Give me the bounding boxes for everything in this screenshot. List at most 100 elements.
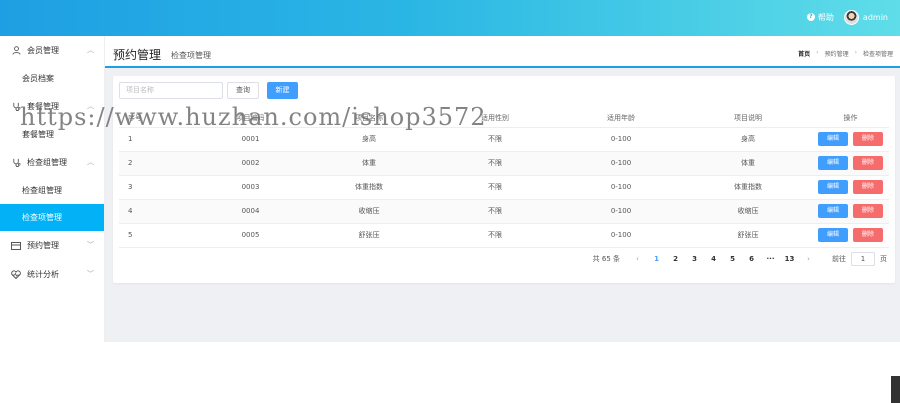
cell-index: 3 [119, 175, 195, 200]
cell-name: 体重指数 [306, 175, 432, 200]
delete-button[interactable]: 删除 [853, 204, 883, 218]
page-title: 预约管理 [113, 48, 162, 62]
next-page-icon[interactable]: › [799, 255, 818, 263]
cell-desc: 收缩压 [684, 199, 812, 224]
breadcrumb: 首页 › 预约管理 › 检查项管理 [792, 49, 893, 58]
cell-name: 收缩压 [306, 199, 432, 224]
cell-code: 0003 [195, 175, 306, 200]
breadcrumb-current: 检查项管理 [862, 51, 893, 58]
cell-sex: 不限 [432, 223, 558, 248]
more-pages-icon[interactable]: ··· [761, 255, 780, 263]
help-link[interactable]: 帮助 [818, 12, 834, 23]
page-subtitle: 检查项管理 [171, 51, 211, 60]
column-header[interactable]: 项目说明 [684, 109, 812, 128]
cell-code: 0002 [195, 151, 306, 176]
avatar[interactable] [843, 9, 859, 25]
side-tab[interactable] [891, 376, 900, 403]
cell-desc: 身高 [684, 127, 812, 152]
edit-button[interactable]: 编辑 [818, 228, 848, 242]
cell-code: 0005 [195, 223, 306, 248]
prev-page-icon[interactable]: ‹ [628, 255, 647, 263]
cell-desc: 体重指数 [684, 175, 812, 200]
query-button[interactable]: 查询 [227, 82, 259, 99]
heart-pulse-icon [11, 270, 21, 280]
cell-index: 2 [119, 151, 195, 176]
cell-actions: 编辑 删除 [812, 175, 889, 200]
cell-code: 0004 [195, 199, 306, 224]
cell-sex: 不限 [432, 151, 558, 176]
cell-name: 舒张压 [306, 223, 432, 248]
new-button[interactable]: 新建 [267, 82, 298, 99]
search-input[interactable]: 项目名称 [119, 82, 223, 99]
main-area: 预约管理 检查项管理 首页 › 预约管理 › 检查项管理 项目名称 查询 新建 … [105, 36, 900, 342]
cell-actions: 编辑 删除 [812, 127, 889, 152]
breadcrumb-separator-icon: › [854, 49, 857, 56]
chevron-down-icon: ﹀ [87, 241, 94, 249]
sidebar-group-member[interactable]: 会员管理 ︿ [0, 36, 104, 65]
stethoscope-icon [11, 158, 21, 168]
page-number[interactable]: 5 [723, 255, 742, 263]
cell-actions: 编辑 删除 [812, 199, 889, 224]
delete-button[interactable]: 删除 [853, 156, 883, 170]
table-row: 5 0005 舒张压 不限 0-100 舒张压 编辑 删除 [119, 223, 889, 248]
cell-desc: 体重 [684, 151, 812, 176]
sidebar-group-appointment[interactable]: 预约管理 ﹀ [0, 231, 104, 260]
edit-button[interactable]: 编辑 [818, 132, 848, 146]
page-number[interactable]: 3 [685, 255, 704, 263]
toolbar: 项目名称 查询 新建 [119, 82, 298, 99]
sidebar-group-label: 检查组管理 [27, 158, 67, 167]
table-row: 2 0002 体重 不限 0-100 体重 编辑 删除 [119, 151, 889, 176]
cell-age: 0-100 [558, 175, 684, 200]
page-number[interactable]: 4 [704, 255, 723, 263]
table-row: 3 0003 体重指数 不限 0-100 体重指数 编辑 删除 [119, 175, 889, 200]
page-number[interactable]: 2 [666, 255, 685, 263]
help-icon[interactable]: ? [806, 13, 815, 21]
delete-button[interactable]: 删除 [853, 132, 883, 146]
page-number[interactable]: 13 [780, 255, 799, 263]
sidebar-group-check-group[interactable]: 检查组管理 ︿ [0, 148, 104, 177]
page-number[interactable]: 6 [742, 255, 761, 263]
page-number[interactable]: 1 [647, 255, 666, 263]
pagination: 共 65 条 ‹ 1 2 3 4 5 6 ··· 13 › 前往 1 页 [593, 252, 887, 266]
column-header: 操作 [812, 109, 889, 128]
chevron-down-icon: ﹀ [87, 270, 94, 278]
edit-button[interactable]: 编辑 [818, 156, 848, 170]
pagination-total: 共 65 条 [592, 255, 620, 263]
user-icon [11, 46, 21, 56]
edit-button[interactable]: 编辑 [818, 180, 848, 194]
cell-age: 0-100 [558, 127, 684, 152]
edit-button[interactable]: 编辑 [818, 204, 848, 218]
column-header[interactable]: 适用年龄 [558, 109, 684, 128]
delete-button[interactable]: 删除 [853, 180, 883, 194]
chevron-up-icon: ︿ [87, 46, 94, 54]
calendar-icon [11, 241, 21, 251]
sidebar-item-check-item[interactable]: 检查项管理 [0, 204, 104, 231]
cell-desc: 舒张压 [684, 223, 812, 248]
cell-age: 0-100 [558, 151, 684, 176]
breadcrumb-separator-icon: › [816, 49, 819, 56]
cell-age: 0-100 [558, 199, 684, 224]
sidebar-group-label: 预约管理 [27, 241, 59, 250]
sidebar: 会员管理 ︿ 会员档案 套餐管理 ︿ 套餐管理 检查组管理 ︿ 检查组管理 检查… [0, 36, 105, 342]
sidebar-item-label: 会员档案 [22, 74, 54, 83]
cell-index: 5 [119, 223, 195, 248]
cell-actions: 编辑 删除 [812, 223, 889, 248]
page-title-bar: 预约管理 检查项管理 首页 › 预约管理 › 检查项管理 [105, 36, 900, 68]
delete-button[interactable]: 删除 [853, 228, 883, 242]
sidebar-item-check-group[interactable]: 检查组管理 [0, 177, 104, 204]
cell-age: 0-100 [558, 223, 684, 248]
breadcrumb-home[interactable]: 首页 [798, 49, 810, 58]
cell-actions: 编辑 删除 [812, 151, 889, 176]
username[interactable]: admin [863, 13, 888, 22]
sidebar-group-label: 统计分析 [27, 270, 59, 279]
breadcrumb-appointment[interactable]: 预约管理 [825, 49, 849, 58]
header-user-area: ? 帮助 admin [806, 9, 888, 25]
sidebar-item-label: 检查组管理 [22, 186, 62, 195]
page-unit-label: 页 [880, 255, 887, 263]
sidebar-group-statistics[interactable]: 统计分析 ﹀ [0, 260, 104, 289]
cell-sex: 不限 [432, 199, 558, 224]
table-row: 4 0004 收缩压 不限 0-100 收缩压 编辑 删除 [119, 199, 889, 224]
goto-page-input[interactable]: 1 [851, 252, 875, 266]
sidebar-item-member-archive[interactable]: 会员档案 [0, 65, 104, 92]
top-header: ? 帮助 admin [0, 0, 900, 36]
